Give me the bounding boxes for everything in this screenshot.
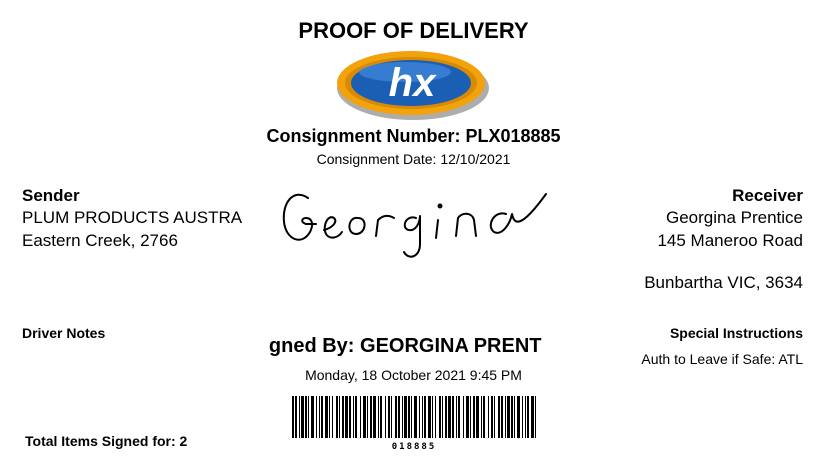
barcode-bar xyxy=(448,396,451,438)
barcode-number: 018885 xyxy=(391,442,437,452)
barcode-bar xyxy=(522,396,523,438)
receiver-suburb: Bunbartha VIC, 3634 xyxy=(644,273,803,292)
barcode-bar xyxy=(398,396,400,438)
barcode-bar xyxy=(507,396,510,438)
barcode-bar xyxy=(456,396,457,438)
barcode-bar xyxy=(432,396,433,438)
barcode-bar xyxy=(514,396,515,438)
barcode-bar xyxy=(435,396,436,438)
barcode-bar xyxy=(363,396,366,438)
barcode-bar xyxy=(325,396,328,438)
document-title: PROOF OF DELIVERY xyxy=(298,18,529,43)
barcode-bar xyxy=(442,396,443,438)
barcode-bar xyxy=(491,396,493,438)
barcode-bar xyxy=(408,396,410,438)
barcode-bar xyxy=(404,396,407,438)
barcode-bar xyxy=(422,396,423,438)
sender-heading: Sender xyxy=(22,186,80,205)
barcode-bar xyxy=(305,396,307,438)
barcode-bar xyxy=(414,396,417,438)
barcode-bar xyxy=(332,396,333,438)
barcode-bar xyxy=(488,396,489,438)
logo-text: hx xyxy=(389,61,437,105)
barcode-bar xyxy=(292,396,294,438)
barcode-bar xyxy=(316,396,317,438)
barcode-bar xyxy=(531,396,534,438)
barcode-bar xyxy=(349,396,351,438)
barcode-bar xyxy=(329,396,330,438)
barcode-bar xyxy=(494,396,495,438)
sender-address: Eastern Creek, 2766 xyxy=(22,231,178,250)
barcode-bar xyxy=(342,396,344,438)
barcode-bar xyxy=(385,396,386,438)
barcode-bar xyxy=(391,396,392,438)
barcode-bar xyxy=(339,396,340,438)
barcode-bar xyxy=(501,396,503,438)
barcode-bar xyxy=(517,396,520,438)
special-instructions-value: Auth to Leave if Safe: ATL xyxy=(641,351,803,367)
special-instructions-heading: Special Instructions xyxy=(669,325,803,341)
barcode-bar xyxy=(498,396,500,438)
signature xyxy=(282,193,547,258)
signed-datetime: Monday, 18 October 2021 9:45 PM xyxy=(305,367,522,383)
barcode-bar xyxy=(411,396,412,438)
barcode-bar xyxy=(428,396,431,438)
barcode-bar xyxy=(458,396,460,438)
barcode-bar xyxy=(470,396,471,438)
receiver-heading: Receiver xyxy=(732,186,803,205)
barcode-bar xyxy=(505,396,506,438)
barcode-bar xyxy=(299,396,300,438)
barcode-bar xyxy=(380,396,382,438)
barcode-bar xyxy=(452,396,454,438)
receiver-street: 145 Maneroo Road xyxy=(657,231,803,250)
barcode-bar xyxy=(301,396,304,438)
sender-name: PLUM PRODUCTS AUSTRA xyxy=(22,208,243,227)
barcode-bar xyxy=(395,396,397,438)
signed-by: Signed By: GEORGINA PRENT xyxy=(268,335,542,357)
barcode-bar xyxy=(388,396,390,438)
barcode-bar xyxy=(355,396,357,438)
barcode-bar xyxy=(402,396,403,438)
consignment-date: Consignment Date: 12/10/2021 xyxy=(316,151,511,167)
barcode-bar xyxy=(424,396,426,438)
barcode-bar xyxy=(311,396,314,438)
barcode-bar xyxy=(466,396,469,438)
barcode-bar xyxy=(525,396,526,438)
barcode-bar xyxy=(481,396,482,438)
barcode-bar xyxy=(367,396,368,438)
receiver-name: Georgina Prentice xyxy=(665,208,803,227)
barcode-bar xyxy=(439,396,441,438)
barcode-bar xyxy=(373,396,376,438)
barcode-bar xyxy=(483,396,485,438)
signed-by-clip: Signed By: GEORGINA PRENT xyxy=(268,335,550,358)
total-items-signed: Total Items Signed for: 2 xyxy=(25,433,188,449)
barcode-bar xyxy=(353,396,354,438)
barcode-bar xyxy=(345,396,348,438)
barcode-bar xyxy=(321,396,323,438)
hx-logo: hx xyxy=(337,51,489,120)
barcode-bar xyxy=(295,396,297,438)
barcode-bar xyxy=(473,396,475,438)
consignment-number: Consignment Number: PLX018885 xyxy=(266,126,561,146)
barcode-bar xyxy=(463,396,464,438)
barcode-bar xyxy=(319,396,320,438)
barcode-bar xyxy=(419,396,420,438)
barcode-bar xyxy=(527,396,529,438)
barcode-bar xyxy=(360,396,361,438)
barcode-bar xyxy=(511,396,513,438)
barcode-bar xyxy=(445,396,447,438)
barcode-bar xyxy=(308,396,309,438)
driver-notes-heading: Driver Notes xyxy=(22,325,106,341)
barcode-bar xyxy=(378,396,379,438)
barcode xyxy=(292,396,536,438)
barcode-bar xyxy=(535,396,536,438)
barcode-bar xyxy=(476,396,479,438)
barcode-bar xyxy=(336,396,338,438)
barcode-bar xyxy=(370,396,372,438)
